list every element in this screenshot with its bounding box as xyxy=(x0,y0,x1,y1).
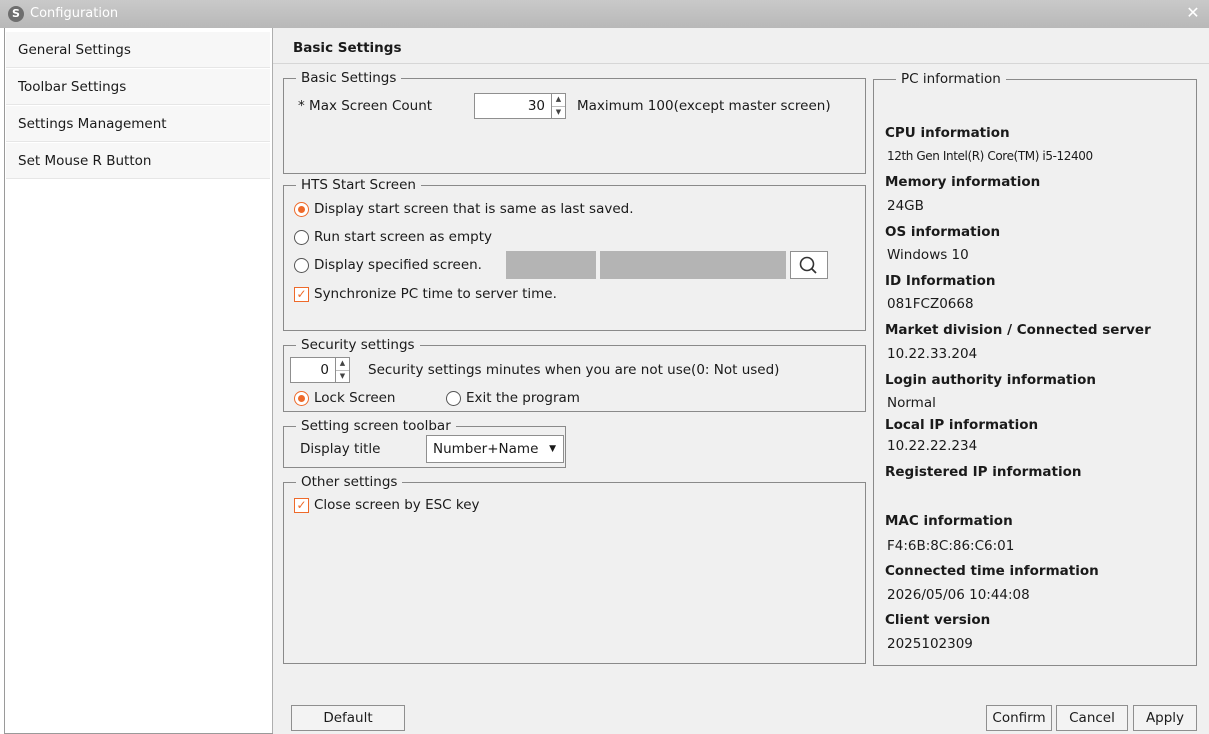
sidebar-item-general-settings[interactable]: General Settings xyxy=(6,32,270,68)
option-lock-screen-label: Lock Screen xyxy=(314,390,396,406)
option-empty-label: Run start screen as empty xyxy=(314,229,492,245)
search-button[interactable] xyxy=(790,251,828,279)
connected-time-value: 2026/05/06 10:44:08 xyxy=(887,587,1030,603)
cpu-info-heading: CPU information xyxy=(885,125,1010,141)
max-screen-count-label: * Max Screen Count xyxy=(298,98,433,114)
app-logo-icon: S xyxy=(8,6,24,22)
cpu-info-value: 12th Gen Intel(R) Core(TM) i5-12400 xyxy=(887,149,1093,163)
client-version-value: 2025102309 xyxy=(887,636,973,652)
specified-screen-name-field[interactable] xyxy=(600,251,786,279)
apply-button[interactable]: Apply xyxy=(1133,705,1197,731)
stepper-arrows[interactable]: ▲ ▼ xyxy=(335,358,349,382)
radio-specified[interactable] xyxy=(294,258,309,273)
login-info-value: Normal xyxy=(887,395,936,411)
option-last-saved-label: Display start screen that is same as las… xyxy=(314,201,634,217)
sidebar: General Settings Toolbar Settings Settin… xyxy=(4,32,270,732)
close-icon[interactable]: ✕ xyxy=(1183,3,1203,23)
mac-info-value: F4:6B:8C:86:C6:01 xyxy=(887,538,1015,554)
other-settings-legend: Other settings xyxy=(296,474,403,490)
display-title-value: Number+Name xyxy=(433,441,539,457)
security-minutes-label: Security settings minutes when you are n… xyxy=(368,362,780,378)
spin-down-icon[interactable]: ▼ xyxy=(552,107,565,119)
security-settings-legend: Security settings xyxy=(296,337,420,353)
os-info-value: Windows 10 xyxy=(887,247,969,263)
window-title: Configuration xyxy=(30,6,119,21)
spin-up-icon[interactable]: ▲ xyxy=(552,94,565,107)
market-info-value: 10.22.33.204 xyxy=(887,346,978,362)
screen-toolbar-group: Setting screen toolbar Display title Num… xyxy=(283,418,566,468)
radio-empty[interactable] xyxy=(294,230,309,245)
main-panel: Basic Settings Basic Settings * Max Scre… xyxy=(273,28,1209,734)
security-minutes-value: 0 xyxy=(320,362,329,378)
other-settings-group: Other settings ✓ Close screen by ESC key xyxy=(283,474,866,664)
hts-start-screen-group: HTS Start Screen Display start screen th… xyxy=(283,177,866,331)
os-info-heading: OS information xyxy=(885,224,1001,240)
local-ip-value: 10.22.22.234 xyxy=(887,438,978,454)
registered-ip-heading: Registered IP information xyxy=(885,464,1082,480)
max-screen-count-value: 30 xyxy=(527,98,545,114)
max-screen-count-hint: Maximum 100(except master screen) xyxy=(577,98,831,114)
security-minutes-stepper[interactable]: 0 ▲ ▼ xyxy=(290,357,350,383)
pc-information-group: PC information CPU information 12th Gen … xyxy=(873,71,1197,666)
option-exit-program-label: Exit the program xyxy=(466,390,580,406)
sync-time-label: Synchronize PC time to server time. xyxy=(314,286,557,302)
memory-info-heading: Memory information xyxy=(885,174,1041,190)
confirm-button[interactable]: Confirm xyxy=(986,705,1052,731)
title-bar: S Configuration ✕ xyxy=(0,0,1209,28)
sidebar-item-toolbar-settings[interactable]: Toolbar Settings xyxy=(6,69,270,105)
display-title-select[interactable]: Number+Name ▼ xyxy=(426,435,564,463)
title-divider xyxy=(273,63,1209,64)
local-ip-heading: Local IP information xyxy=(885,417,1039,433)
cancel-button[interactable]: Cancel xyxy=(1056,705,1128,731)
radio-exit-program[interactable] xyxy=(446,391,461,406)
radio-last-saved[interactable] xyxy=(294,202,309,217)
option-specified-label: Display specified screen. xyxy=(314,257,482,273)
id-info-heading: ID Information xyxy=(885,273,996,289)
page-title: Basic Settings xyxy=(293,40,402,56)
radio-lock-screen[interactable] xyxy=(294,391,309,406)
esc-close-label: Close screen by ESC key xyxy=(314,497,480,513)
security-settings-group: Security settings 0 ▲ ▼ Security setting… xyxy=(283,337,866,412)
default-button[interactable]: Default xyxy=(291,705,405,731)
sidebar-item-set-mouse-r-button[interactable]: Set Mouse R Button xyxy=(6,143,270,179)
specified-screen-number-field[interactable] xyxy=(506,251,596,279)
login-info-heading: Login authority information xyxy=(885,372,1096,388)
screen-toolbar-legend: Setting screen toolbar xyxy=(296,418,456,434)
connected-time-heading: Connected time information xyxy=(885,563,1099,579)
chevron-down-icon: ▼ xyxy=(549,444,556,454)
esc-close-checkbox[interactable]: ✓ xyxy=(294,498,309,513)
spin-down-icon[interactable]: ▼ xyxy=(336,371,349,383)
sidebar-item-settings-management[interactable]: Settings Management xyxy=(6,106,270,142)
basic-settings-group: Basic Settings * Max Screen Count 30 ▲ ▼… xyxy=(283,70,866,174)
display-title-label: Display title xyxy=(300,441,381,457)
search-icon xyxy=(799,256,817,274)
id-info-value: 081FCZ0668 xyxy=(887,296,974,312)
memory-info-value: 24GB xyxy=(887,198,924,214)
client-version-heading: Client version xyxy=(885,612,991,628)
max-screen-count-stepper[interactable]: 30 ▲ ▼ xyxy=(474,93,566,119)
sync-time-checkbox[interactable]: ✓ xyxy=(294,287,309,302)
stepper-arrows[interactable]: ▲ ▼ xyxy=(551,94,565,118)
mac-info-heading: MAC information xyxy=(885,513,1013,529)
hts-start-screen-legend: HTS Start Screen xyxy=(296,177,421,193)
market-info-heading: Market division / Connected server xyxy=(885,322,1151,338)
pc-information-legend: PC information xyxy=(896,71,1006,87)
spin-up-icon[interactable]: ▲ xyxy=(336,358,349,371)
window-left-border xyxy=(4,28,5,734)
basic-settings-legend: Basic Settings xyxy=(296,70,402,86)
